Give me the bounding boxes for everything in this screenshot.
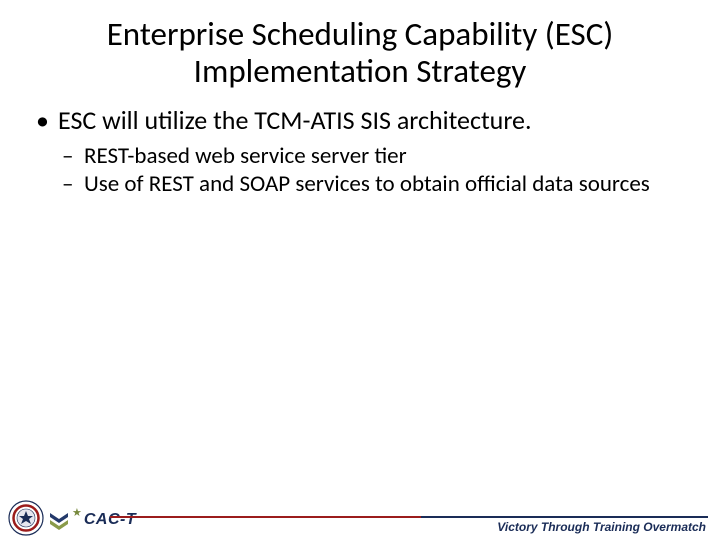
star-icon: ★ <box>72 506 82 519</box>
title-line-1: Enterprise Scheduling Capability (ESC) <box>107 14 614 54</box>
footer: ★ CAC-T Victory Through Training Overmat… <box>0 494 720 540</box>
sub-bullet-text: Use of REST and SOAP services to obtain … <box>84 170 650 198</box>
chevron-icon <box>48 509 70 531</box>
brand-logo: ★ CAC-T <box>48 508 136 532</box>
sub-bullet-item: Use of REST and SOAP services to obtain … <box>58 170 690 199</box>
title-line-2: Implementation Strategy <box>194 51 527 91</box>
footer-divider <box>110 516 708 518</box>
slide-body: ESC will utilize the TCM-ATIS SIS archit… <box>0 96 720 199</box>
sub-bullet-text: REST-based web service server tier <box>84 142 407 170</box>
slide-title: Enterprise Scheduling Capability (ESC) I… <box>0 0 720 96</box>
bullet-text: ESC will utilize the TCM-ATIS SIS archit… <box>58 104 532 136</box>
sub-bullet-item: REST-based web service server tier <box>58 142 690 171</box>
bullet-item: ESC will utilize the TCM-ATIS SIS archit… <box>30 104 690 199</box>
sub-bullet-list: REST-based web service server tier Use o… <box>58 142 690 200</box>
slide: Enterprise Scheduling Capability (ESC) I… <box>0 0 720 540</box>
brand-text: CAC-T <box>84 511 136 529</box>
footer-motto: Victory Through Training Overmatch <box>497 520 706 534</box>
bullet-list: ESC will utilize the TCM-ATIS SIS archit… <box>30 104 690 199</box>
seal-icon <box>8 500 44 536</box>
